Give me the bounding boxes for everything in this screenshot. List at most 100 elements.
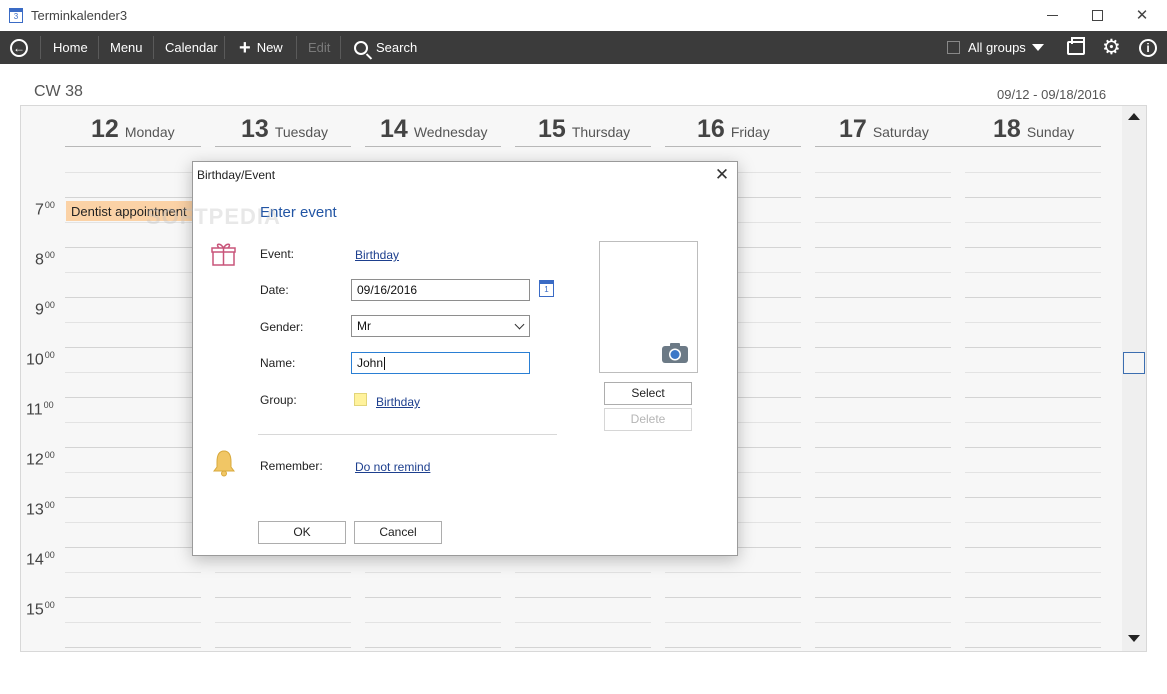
time-slot-line [65,297,201,298]
date-picker-icon[interactable]: 1 [539,280,554,297]
time-slot-line [515,597,651,598]
time-slot-line [815,397,951,398]
print-button[interactable] [1067,31,1085,64]
scroll-down-arrow-icon[interactable] [1128,635,1140,642]
time-slot-line [65,547,201,548]
date-range: 09/12 - 09/18/2016 [997,87,1107,102]
delete-photo-button[interactable]: Delete [604,408,692,431]
all-groups-checkbox[interactable] [947,41,960,54]
day-name: Thursday [571,124,631,140]
time-slot-line [665,572,801,573]
cancel-button[interactable]: Cancel [354,521,442,544]
time-slot-line [815,622,951,623]
time-slot-line [965,372,1101,373]
toolbar: ← Home Menu Calendar + New Edit Search A… [0,31,1167,64]
event-type-link[interactable]: Birthday [355,248,399,262]
new-label: New [256,40,283,55]
scrollbar-thumb[interactable] [1123,352,1145,374]
info-button[interactable]: i [1139,31,1157,64]
home-button[interactable]: Home [53,31,88,64]
group-link[interactable]: Birthday [376,395,420,409]
hour-value: 12 [26,451,44,469]
day-header[interactable]: 13 Tuesday [215,115,351,147]
time-slot-line [815,572,951,573]
calendar-button[interactable]: Calendar [165,31,218,64]
reminder-link[interactable]: Do not remind [355,460,430,474]
select-photo-button[interactable]: Select [604,382,692,405]
time-slot-line [815,472,951,473]
time-slot-line [65,447,201,448]
day-header[interactable]: 18 Sunday [965,115,1101,147]
menu-button[interactable]: Menu [110,31,143,64]
search-label: Search [376,40,418,55]
day-header[interactable]: 15 Thursday [515,115,651,147]
time-slot-line [815,447,951,448]
time-slot-line [215,572,351,573]
maximize-button[interactable] [1077,4,1117,26]
time-slot-line [665,597,801,598]
time-slot-line [215,647,351,648]
time-slot-line [65,647,201,648]
time-slot-line [965,497,1101,498]
time-slot-line [65,197,201,198]
hour-value: 7 [35,201,44,219]
minute-value: 00 [44,200,55,210]
toolbar-divider [296,36,297,59]
time-slot-line [965,447,1101,448]
time-slot-line [965,322,1101,323]
time-slot-line [815,547,951,548]
ok-button[interactable]: OK [258,521,346,544]
day-header[interactable]: 14 Wednesday [365,115,501,147]
date-field[interactable] [351,279,530,301]
toolbar-divider [98,36,99,59]
vertical-scrollbar[interactable] [1122,106,1146,651]
edit-button[interactable]: Edit [308,31,330,64]
close-icon: ✕ [1135,7,1149,24]
hour-label: 1000 [26,350,55,369]
day-number: 14 [380,115,408,143]
time-slot-line [815,347,951,348]
time-slot-line [815,222,951,223]
time-slot-line [365,572,501,573]
gender-select[interactable]: Mr [351,315,530,337]
day-name: Wednesday [413,124,488,140]
back-button[interactable]: ← [10,31,28,64]
time-slot-line [965,422,1101,423]
day-number: 12 [91,115,119,143]
camera-icon[interactable] [661,342,689,364]
scroll-up-arrow-icon[interactable] [1128,113,1140,120]
all-groups-dropdown[interactable]: All groups [947,31,1044,64]
time-slot-line [965,522,1101,523]
day-name: Sunday [1026,124,1075,140]
time-slot-line [515,647,651,648]
day-number: 13 [241,115,269,143]
text-cursor [384,357,386,371]
group-color-swatch [354,393,367,406]
time-slot-line [965,172,1101,173]
hour-value: 11 [26,401,43,419]
name-field[interactable]: John [351,352,530,374]
day-header[interactable]: 12 Monday [65,115,201,147]
settings-button[interactable]: ⚙ [1102,31,1121,64]
photo-frame [599,241,698,373]
day-header[interactable]: 16 Friday [665,115,801,147]
plus-icon: + [239,36,251,59]
toolbar-divider [340,36,341,59]
search-button[interactable]: Search [354,31,417,64]
minimize-button[interactable] [1032,4,1072,26]
time-slot-line [815,297,951,298]
day-name: Friday [730,124,770,140]
time-slot-line [65,572,201,573]
hour-value: 8 [35,251,44,269]
hour-label: 700 [35,200,55,219]
time-slot-line [65,497,201,498]
time-slot-line [65,372,201,373]
close-window-button[interactable]: ✕ [1122,4,1162,26]
day-number: 17 [839,115,867,143]
dialog-close-button[interactable]: ✕ [712,165,732,185]
day-name: Tuesday [274,124,328,140]
printer-icon [1067,36,1085,55]
time-slot-line [65,597,201,598]
new-button[interactable]: + New [239,31,283,64]
window-title: Terminkalender3 [31,8,128,23]
